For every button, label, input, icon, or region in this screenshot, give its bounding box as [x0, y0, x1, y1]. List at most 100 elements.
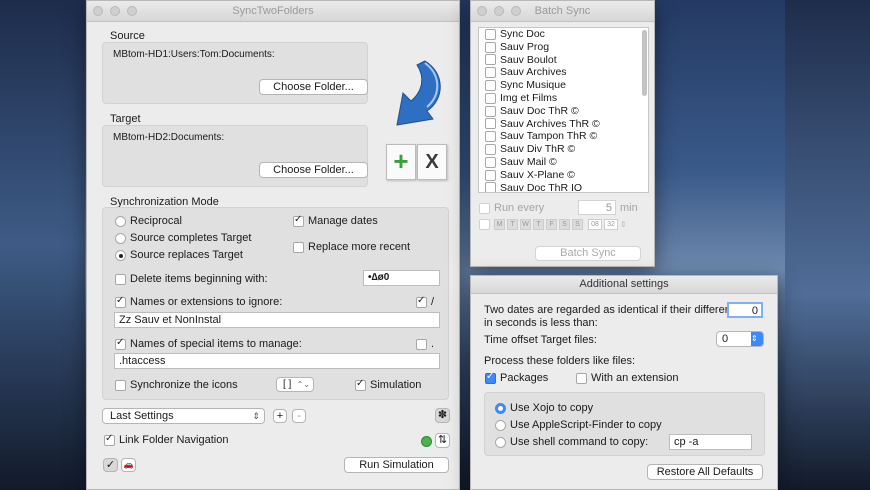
weekday-button[interactable]: M [494, 219, 505, 230]
batch-list-item[interactable]: Sauv Doc ThR © [479, 105, 648, 118]
hour-field[interactable]: 08 [588, 219, 602, 230]
checkmark-toggle-button[interactable]: ✓ [103, 458, 118, 472]
restore-defaults-button[interactable]: Restore All Defaults [647, 464, 763, 480]
checkbox-icon [485, 182, 496, 192]
batch-list-item[interactable]: Sauv X-Plane © [479, 169, 648, 182]
special-items-checkbox[interactable]: Names of special items to manage: [115, 337, 302, 350]
list-scrollbar[interactable] [642, 30, 647, 96]
car-icon[interactable]: 🚗 [121, 458, 136, 472]
checkbox-label: Link Folder Navigation [119, 434, 229, 446]
remove-setting-button[interactable]: - [292, 409, 306, 423]
close-button[interactable] [93, 6, 103, 16]
batch-list[interactable]: Sync Doc Sauv Prog Sauv Boulot Sauv Archive… [478, 27, 649, 193]
batch-list-item[interactable]: Sauv Prog [479, 41, 648, 54]
zoom-button[interactable] [127, 6, 137, 16]
excel-document-icon[interactable]: X [417, 144, 447, 180]
swap-arrows-icon[interactable]: ⇅ [435, 433, 450, 448]
batch-list-item[interactable]: Sauv Mail © [479, 156, 648, 169]
checkbox-icon [115, 337, 126, 350]
identical-text-line2: in seconds is less than: [484, 317, 598, 329]
batch-list-item[interactable]: Sauv Archives [479, 66, 648, 79]
zoom-button[interactable] [511, 6, 521, 16]
identical-seconds-field[interactable]: 0 [727, 302, 763, 318]
use-applescript-radio[interactable]: Use AppleScript-Finder to copy [495, 419, 662, 431]
special-items-field[interactable]: .htaccess [114, 353, 440, 369]
source-label: Source [110, 30, 145, 42]
checkbox-icon [115, 273, 126, 285]
offset-popup[interactable]: 0 ⇕ [716, 331, 764, 347]
names-ignore-checkbox[interactable]: Names or extensions to ignore: [115, 295, 282, 308]
window-title: SyncTwoFolders [232, 5, 314, 17]
manage-dates-checkbox[interactable]: Manage dates [293, 214, 378, 227]
ignore-names-field[interactable]: Zz Sauv et NonInstal [114, 312, 440, 328]
batch-sync-button[interactable]: Batch Sync [535, 246, 641, 261]
delete-beginning-checkbox[interactable]: Delete items beginning with: [115, 273, 268, 285]
checkbox-icon [115, 379, 126, 391]
link-nav-checkbox[interactable]: Link Folder Navigation [104, 433, 229, 446]
icons-popup[interactable]: [ ] ⌃⌄ [276, 377, 314, 392]
source-path: MBtom-HD1:Users:Tom:Documents: [113, 49, 275, 60]
batch-list-item[interactable]: Sauv Doc ThR IO [479, 182, 648, 192]
batch-list-item[interactable]: Sauv Tampon ThR © [479, 130, 648, 143]
sync-icons-checkbox[interactable]: Synchronize the icons [115, 379, 238, 391]
mode-reciprocal-radio[interactable]: Reciprocal [115, 215, 182, 227]
batch-list-item[interactable]: Sauv Archives ThR © [479, 118, 648, 131]
minimize-button[interactable] [494, 6, 504, 16]
ignore-slash-checkbox[interactable]: / [416, 295, 434, 308]
mode-completes-radio[interactable]: Source completes Target [115, 232, 251, 244]
batch-list-item[interactable]: Sync Musique [479, 79, 648, 92]
use-shell-radio[interactable]: Use shell command to copy: [495, 436, 648, 448]
simulation-checkbox[interactable]: Simulation [355, 378, 421, 391]
batch-item-label: Sauv Doc ThR © [500, 104, 579, 117]
radio-label: Use Xojo to copy [510, 402, 594, 414]
checkbox-icon [479, 202, 490, 214]
minimize-button[interactable] [110, 6, 120, 16]
weekday-button[interactable]: S [559, 219, 570, 230]
use-xojo-radio[interactable]: Use Xojo to copy [495, 402, 593, 414]
add-setting-button[interactable]: + [273, 409, 287, 423]
weekday-button[interactable]: S [572, 219, 583, 230]
weekday-button[interactable]: W [520, 219, 531, 230]
with-extension-checkbox[interactable]: With an extension [576, 372, 678, 384]
checkbox-icon [115, 295, 126, 308]
delete-prefix-field[interactable]: •∆ø0 [363, 270, 440, 286]
checkbox-icon [485, 67, 496, 79]
additional-settings-window: Additional settings Two dates are regard… [470, 275, 778, 490]
last-settings-popup[interactable]: Last Settings ⇕ [102, 408, 265, 424]
replace-recent-checkbox[interactable]: Replace more recent [293, 241, 410, 253]
sync-arrow-icon[interactable] [387, 59, 449, 129]
checkbox-label: Delete items beginning with: [130, 273, 268, 285]
checkbox-icon [485, 169, 496, 181]
batch-list-item[interactable]: Sauv Div ThR © [479, 143, 648, 156]
batch-item-label: Sync Doc [500, 28, 545, 40]
special-dot-checkbox[interactable]: . [416, 338, 434, 350]
weekday-button[interactable]: T [533, 219, 544, 230]
checkbox-icon [485, 92, 496, 104]
stepper-icon[interactable]: ⇕ [620, 220, 627, 229]
run-simulation-button[interactable]: Run Simulation [344, 457, 449, 473]
batch-list-item[interactable]: Sync Doc [479, 28, 648, 41]
mode-replaces-radio[interactable]: Source replaces Target [115, 249, 243, 261]
desktop-background-right [785, 0, 870, 490]
gear-icon[interactable]: ✽ [435, 408, 450, 423]
minute-field[interactable]: 32 [604, 219, 618, 230]
batch-list-item[interactable]: Img et Films [479, 92, 648, 105]
add-document-icon[interactable]: + [386, 144, 416, 180]
target-choose-folder-button[interactable]: Choose Folder... [259, 162, 368, 178]
source-choose-folder-button[interactable]: Choose Folder... [259, 79, 368, 95]
radio-selected-icon [495, 402, 506, 414]
packages-checkbox[interactable]: Packages [485, 371, 548, 384]
shell-command-field[interactable]: cp -a [669, 434, 752, 450]
weekday-checkbox[interactable] [479, 219, 490, 230]
run-interval-field[interactable]: 5 [578, 200, 616, 215]
radio-label: Source completes Target [130, 232, 252, 244]
batch-item-label: Sauv Archives [500, 66, 567, 79]
checkbox-icon [485, 118, 496, 130]
radio-label: Use AppleScript-Finder to copy [510, 419, 662, 431]
checkbox-label: Manage dates [308, 215, 378, 227]
batch-list-item[interactable]: Sauv Boulot [479, 54, 648, 67]
close-button[interactable] [477, 6, 487, 16]
weekday-button[interactable]: F [546, 219, 557, 230]
run-every-checkbox[interactable]: Run every [479, 202, 544, 214]
weekday-button[interactable]: T [507, 219, 518, 230]
